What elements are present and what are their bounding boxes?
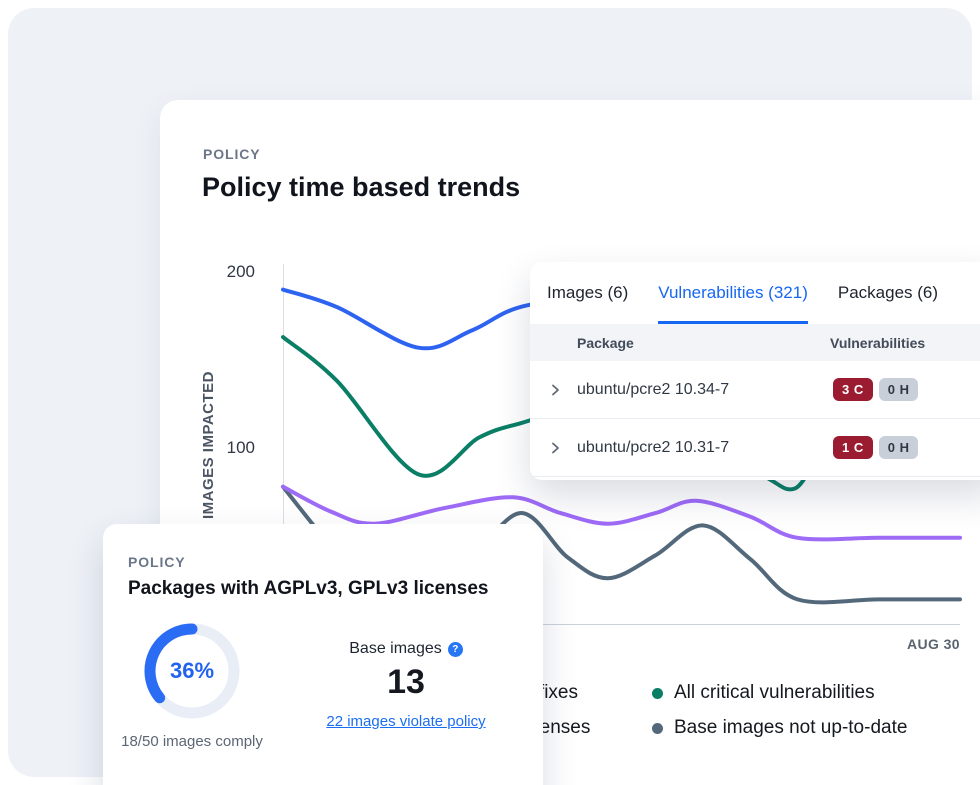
screenshot-root: POLICY Policy time based trends 200 100 …	[0, 0, 980, 785]
legend-item-all-critical-vulnerabilities: All critical vulnerabilities	[652, 681, 875, 705]
legend-label: All critical vulnerabilities	[674, 682, 875, 704]
donut-percent-label: 36%	[144, 623, 240, 719]
table-row[interactable]: ubuntu/pcre2 10.34-7 3 C 0 H	[530, 361, 980, 419]
column-header-vulnerabilities: Vulnerabilities	[830, 335, 925, 351]
column-header-package: Package	[577, 335, 634, 351]
severity-badges: 3 C 0 H	[833, 378, 918, 401]
base-images-stat: Base images ? 13 22 images violate polic…	[316, 640, 496, 730]
legend-dot-icon	[652, 723, 663, 734]
page-title: Policy time based trends	[202, 172, 520, 203]
y-axis-tick-200: 200	[200, 262, 255, 282]
severity-badge-critical: 3 C	[833, 378, 873, 401]
legend-label: Base images not up-to-date	[674, 717, 907, 739]
violations-link[interactable]: 22 images violate policy	[326, 713, 485, 730]
x-axis-date-label: AUG 30	[820, 636, 960, 652]
table-body: ubuntu/pcre2 10.34-73 C0 Hubuntu/pcre2 1…	[530, 361, 980, 477]
severity-badges: 1 C 0 H	[833, 436, 918, 459]
panel-tabs: Images (6) Vulnerabilities (321) Packages …	[530, 262, 980, 324]
compliance-donut-chart: 36%	[144, 623, 240, 719]
policy-eyebrow: POLICY	[128, 554, 186, 570]
table-header-row: Package Vulnerabilities	[530, 324, 980, 361]
table-row[interactable]: ubuntu/pcre2 10.31-7 1 C 0 H	[530, 419, 980, 477]
severity-badge-high: 0 H	[879, 378, 919, 401]
vulnerabilities-panel: Images (6) Vulnerabilities (321) Packages …	[530, 262, 980, 480]
tab-packages[interactable]: Packages (6)	[838, 262, 938, 324]
stat-label: Base images	[349, 640, 442, 658]
legend-item-base-images-not-up-to-date: Base images not up-to-date	[652, 716, 907, 740]
legend-dot-icon	[652, 688, 663, 699]
severity-badge-high: 0 H	[879, 436, 919, 459]
stat-value: 13	[387, 663, 425, 702]
severity-badge-critical: 1 C	[833, 436, 873, 459]
stat-label-row: Base images ?	[349, 640, 463, 658]
tab-vulnerabilities[interactable]: Vulnerabilities (321)	[658, 262, 808, 324]
donut-caption: 18/50 images comply	[117, 732, 267, 752]
help-icon[interactable]: ?	[448, 642, 463, 657]
tab-images[interactable]: Images (6)	[547, 262, 628, 324]
license-policy-title: Packages with AGPLv3, GPLv3 licenses	[128, 578, 488, 600]
policy-eyebrow: POLICY	[203, 146, 261, 162]
package-name: ubuntu/pcre2 10.31-7	[577, 439, 729, 457]
package-name: ubuntu/pcre2 10.34-7	[577, 381, 729, 399]
license-policy-card: POLICY Packages with AGPLv3, GPLv3 licen…	[103, 524, 543, 785]
chevron-right-icon[interactable]	[547, 440, 563, 456]
chevron-right-icon[interactable]	[547, 382, 563, 398]
